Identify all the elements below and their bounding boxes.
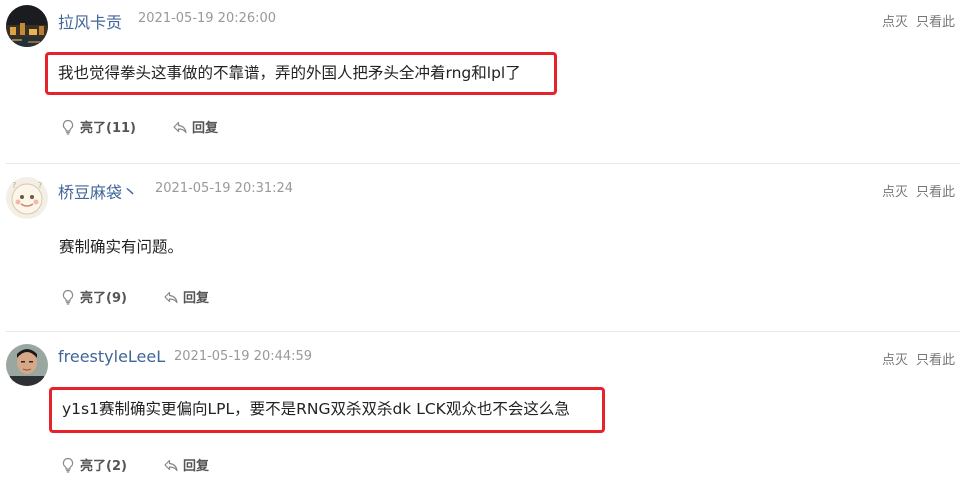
reply-label: 回复	[191, 121, 218, 136]
reply-label: 回复	[182, 291, 209, 306]
avatar[interactable]	[6, 5, 48, 47]
reply-label: 回复	[182, 459, 209, 474]
comment-text: 我也觉得拳头这事做的不靠谱，弄的外国人把矛头全冲着rng和lpl了	[58, 63, 521, 82]
reply-arrow-icon	[172, 119, 188, 135]
like-button[interactable]: 亮了(9)	[60, 287, 127, 306]
avatar[interactable]	[6, 344, 48, 386]
only-view-button[interactable]: 只看此	[916, 353, 955, 368]
comment-content: 我也觉得拳头这事做的不靠谱，弄的外国人把矛头全冲着rng和lpl了	[45, 52, 557, 95]
comment-actions: 亮了(11) 回复	[60, 117, 254, 136]
like-count-label: 亮了(11)	[80, 121, 136, 136]
comment-actions: 亮了(9) 回复	[60, 287, 245, 306]
like-button[interactable]: 亮了(11)	[60, 117, 136, 136]
avatar[interactable]: ? ?	[6, 177, 48, 219]
svg-text:?: ?	[38, 181, 42, 190]
divider	[6, 163, 960, 164]
comment-item: 拉风卡贡 2021-05-19 20:26:00 点灭 只看此 我也觉得拳头这事做…	[0, 0, 960, 163]
comment-actions: 亮了(2) 回复	[60, 455, 245, 474]
comment-item: freestyleLeeL 2021-05-19 20:44:59 点灭 只看此 …	[0, 331, 960, 484]
reply-button[interactable]: 回复	[172, 117, 218, 136]
timestamp: 2021-05-19 20:31:24	[155, 181, 294, 196]
timestamp: 2021-05-19 20:44:59	[174, 349, 313, 364]
lightbulb-icon	[60, 119, 76, 135]
like-count-label: 亮了(9)	[80, 291, 127, 306]
only-view-button[interactable]: 只看此	[916, 185, 955, 200]
comment-text: y1s1赛制确实更偏向LPL，要不是RNG双杀双杀dk LCK观众也不会这么急	[62, 400, 570, 419]
svg-text:?: ?	[12, 181, 16, 190]
timestamp: 2021-05-19 20:26:00	[138, 11, 277, 26]
reply-button[interactable]: 回复	[163, 287, 209, 306]
dismiss-button[interactable]: 点灭	[882, 15, 908, 30]
lightbulb-icon	[60, 457, 76, 473]
reply-button[interactable]: 回复	[163, 455, 209, 474]
comment-top-actions: 点灭 只看此	[882, 181, 960, 200]
username[interactable]: freestyleLeeL	[58, 347, 165, 366]
dismiss-button[interactable]: 点灭	[882, 185, 908, 200]
like-count-label: 亮了(2)	[80, 459, 127, 474]
divider	[6, 331, 960, 332]
lightbulb-icon	[60, 289, 76, 305]
reply-arrow-icon	[163, 289, 179, 305]
comment-content: y1s1赛制确实更偏向LPL，要不是RNG双杀双杀dk LCK观众也不会这么急	[49, 387, 605, 433]
dismiss-button[interactable]: 点灭	[882, 353, 908, 368]
comment-text: 赛制确实有问题。	[59, 238, 184, 256]
only-view-button[interactable]: 只看此	[916, 15, 955, 30]
like-button[interactable]: 亮了(2)	[60, 455, 127, 474]
comment-top-actions: 点灭 只看此	[882, 349, 960, 368]
reply-arrow-icon	[163, 457, 179, 473]
comment-item: ? ? 桥豆麻袋丶 2021-05-19 20:31:24 点灭 只看此 赛制确实…	[0, 163, 960, 331]
username[interactable]: 拉风卡贡	[58, 9, 122, 33]
username[interactable]: 桥豆麻袋丶	[58, 179, 138, 203]
comment-top-actions: 点灭 只看此	[882, 11, 960, 30]
